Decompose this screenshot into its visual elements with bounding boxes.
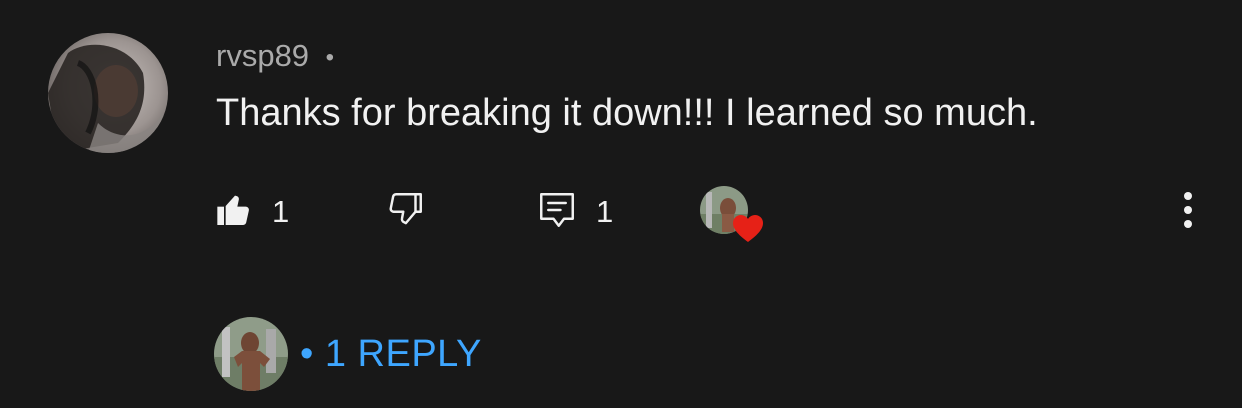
comment-author-line: rvsp89 • [216, 34, 334, 80]
creator-heart[interactable] [700, 186, 766, 244]
thumbs-down-icon [384, 189, 426, 236]
author-avatar[interactable] [48, 33, 168, 153]
dislike-button[interactable] [384, 186, 426, 238]
like-button[interactable]: 1 [214, 186, 289, 238]
reply-button[interactable]: 1 [536, 186, 613, 238]
comment-author-name[interactable]: rvsp89 [216, 38, 309, 73]
comment-text: Thanks for breaking it down!!! I learned… [216, 92, 1038, 134]
view-replies-label[interactable]: • 1 REPLY [300, 333, 482, 376]
thumbs-up-icon [214, 190, 254, 235]
comment-icon [536, 188, 578, 237]
like-count: 1 [272, 194, 290, 229]
more-options-button[interactable] [1168, 188, 1208, 236]
author-separator: • [325, 43, 335, 71]
reply-count: 1 [596, 194, 614, 229]
creator-heart-icon [733, 215, 763, 242]
more-vertical-icon [1183, 190, 1193, 235]
view-replies[interactable]: • 1 REPLY [214, 316, 482, 392]
reply-author-avatar [214, 317, 288, 391]
